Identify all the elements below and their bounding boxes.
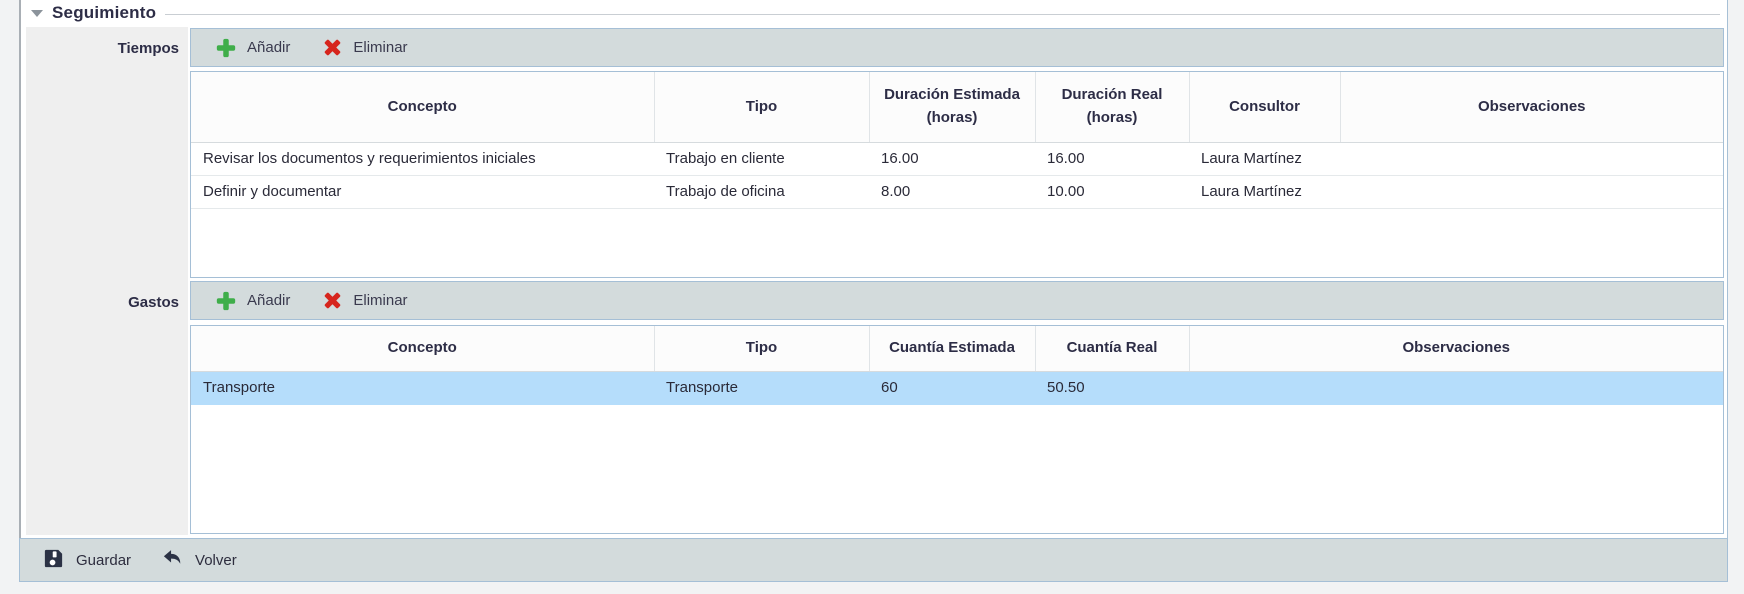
tiempos-table-container: Concepto Tipo Duración Estimada(horas) D… (190, 71, 1724, 278)
gastos-delete-label: Eliminar (353, 292, 407, 309)
tiempos-label: Tiempos (118, 40, 179, 57)
x-icon (322, 290, 343, 311)
col-concepto: Concepto (191, 72, 654, 142)
labels-column: Tiempos Gastos (26, 27, 188, 535)
page: { "colors":{ "page-bg":"#f2f3f4","panel-… (0, 0, 1744, 594)
section-title: Seguimiento (52, 3, 156, 23)
col-duracion-real: Duración Real(horas) (1035, 72, 1189, 142)
save-icon (42, 547, 65, 574)
tiempos-add-button[interactable]: Añadir (206, 37, 299, 59)
col-duracion-estimada: Duración Estimada(horas) (869, 72, 1035, 142)
col-observaciones: Observaciones (1189, 326, 1723, 371)
col-cuantia-estimada: Cuantía Estimada (869, 326, 1035, 371)
plus-icon (215, 290, 237, 312)
save-label: Guardar (76, 552, 131, 569)
gastos-delete-button[interactable]: Eliminar (313, 290, 416, 311)
tiempos-add-label: Añadir (247, 39, 290, 56)
seguimiento-panel: Seguimiento Tiempos Gastos Añadir Elimin… (19, 0, 1728, 582)
col-tipo: Tipo (654, 326, 869, 371)
tiempos-delete-label: Eliminar (353, 39, 407, 56)
gastos-add-label: Añadir (247, 292, 290, 309)
x-icon (322, 37, 343, 58)
tiempos-table: Concepto Tipo Duración Estimada(horas) D… (191, 72, 1723, 209)
col-concepto: Concepto (191, 326, 654, 371)
tiempos-delete-button[interactable]: Eliminar (313, 37, 416, 58)
gastos-header-row: Concepto Tipo Cuantía Estimada Cuantía R… (191, 326, 1723, 371)
undo-arrow-icon (161, 547, 184, 574)
gastos-toolbar: Añadir Eliminar (190, 281, 1724, 320)
gastos-add-button[interactable]: Añadir (206, 290, 299, 312)
save-button[interactable]: Guardar (34, 547, 139, 574)
col-tipo: Tipo (654, 72, 869, 142)
legend-divider (165, 14, 1720, 15)
plus-icon (215, 37, 237, 59)
section-header: Seguimiento (31, 3, 1720, 23)
main-column: Añadir Eliminar Concepto Tipo (190, 28, 1724, 534)
col-observaciones: Observaciones (1340, 72, 1723, 142)
table-row[interactable]: Definir y documentar Trabajo de oficina … (191, 175, 1723, 208)
gastos-table: Concepto Tipo Cuantía Estimada Cuantía R… (191, 326, 1723, 405)
col-cuantia-real: Cuantía Real (1035, 326, 1189, 371)
gastos-table-container: Concepto Tipo Cuantía Estimada Cuantía R… (190, 325, 1724, 534)
footer-action-bar: Guardar Volver (19, 538, 1728, 582)
collapse-triangle-icon[interactable] (31, 10, 43, 17)
table-row[interactable]: Revisar los documentos y requerimientos … (191, 142, 1723, 175)
tiempos-toolbar: Añadir Eliminar (190, 28, 1724, 67)
table-row-selected[interactable]: Transporte Transporte 60 50.50 (191, 371, 1723, 404)
col-consultor: Consultor (1189, 72, 1340, 142)
back-button[interactable]: Volver (153, 547, 245, 574)
tiempos-header-row: Concepto Tipo Duración Estimada(horas) D… (191, 72, 1723, 142)
back-label: Volver (195, 552, 237, 569)
gastos-label: Gastos (128, 294, 179, 311)
